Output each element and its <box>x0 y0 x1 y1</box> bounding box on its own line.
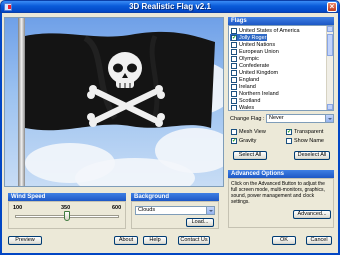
advanced-button[interactable]: Advanced... <box>293 210 331 219</box>
flag-checkbox[interactable] <box>231 69 237 76</box>
mesh-view-checkbox[interactable] <box>231 129 237 135</box>
background-header: Background <box>131 193 219 201</box>
flag-checkbox[interactable] <box>231 104 237 110</box>
flags-header: Flags <box>228 17 334 25</box>
flag-checkbox[interactable] <box>231 55 237 62</box>
transparent-option[interactable]: Transparent <box>286 128 324 135</box>
contact-us-button[interactable]: Contact Us <box>178 236 210 245</box>
flag-list-item[interactable]: United Kingdom <box>231 69 278 76</box>
gravity-checkbox[interactable] <box>231 137 237 144</box>
flag-list-item[interactable]: Ireland <box>231 83 256 90</box>
advanced-options-header: Advanced Options <box>228 170 334 178</box>
show-name-option[interactable]: Show Name <box>286 138 324 144</box>
flag-list-item-label: United States of America <box>239 27 300 34</box>
flag-list-item-label: Northern Ireland <box>239 90 279 97</box>
title-bar[interactable]: 3D Realistic Flag v2.1 × <box>0 0 340 13</box>
flag-list-item[interactable]: England <box>231 76 259 83</box>
cancel-button[interactable]: Cancel <box>306 236 332 245</box>
gravity-option[interactable]: Gravity <box>231 137 257 144</box>
change-flag-select[interactable]: Never <box>266 114 334 123</box>
wind-speed-max: 600 <box>112 205 122 211</box>
ok-button[interactable]: OK <box>272 236 296 245</box>
wind-speed-header: Wind Speed <box>8 193 126 201</box>
flag-list-item-label: Olympic <box>239 55 259 62</box>
window-title: 3D Realistic Flag v2.1 <box>129 2 211 11</box>
chevron-down-icon <box>325 115 333 122</box>
flag-list-item[interactable]: Scotland <box>231 97 260 104</box>
flag-list-item-label: Jolly Roger <box>239 34 267 41</box>
scroll-up-button[interactable] <box>327 26 333 32</box>
flag-list-item-label: Ireland <box>239 83 256 90</box>
preview-button[interactable]: Preview <box>8 236 42 245</box>
scroll-down-button[interactable] <box>327 104 333 110</box>
flag-checkbox[interactable] <box>231 97 237 104</box>
flag-pole <box>18 18 25 186</box>
flag-list-item[interactable]: Jolly Roger <box>230 34 267 41</box>
flag-list-item-label: Confederate <box>239 62 270 69</box>
flag-checkbox[interactable] <box>231 41 237 48</box>
background-value: Clouds <box>138 207 156 213</box>
scroll-thumb[interactable] <box>327 34 333 56</box>
advanced-options-text: Click on the Advanced Button to adjust t… <box>231 181 325 205</box>
close-button[interactable]: × <box>327 2 337 12</box>
flag-list-item[interactable]: European Union <box>231 48 279 55</box>
show-name-checkbox[interactable] <box>286 138 292 144</box>
flag-list-item[interactable]: Northern Ireland <box>231 90 279 97</box>
deselect-all-button[interactable]: Deselect All <box>294 151 330 160</box>
flag-checkbox[interactable] <box>231 83 237 90</box>
flag-checkbox[interactable] <box>231 34 237 41</box>
flag-list-item-label: Wales <box>239 104 255 111</box>
select-all-button[interactable]: Select All <box>233 151 267 160</box>
gravity-label: Gravity <box>239 138 257 144</box>
flag-checkbox[interactable] <box>231 48 237 55</box>
background-select[interactable]: Clouds <box>135 206 215 215</box>
flag-list-item-label: United Kingdom <box>239 69 279 76</box>
change-flag-label: Change Flag : <box>230 116 265 122</box>
mesh-view-option[interactable]: Mesh View <box>231 129 266 135</box>
wind-speed-panel: 100 350 600 <box>8 201 126 229</box>
flag-list-item[interactable]: Olympic <box>231 55 259 62</box>
chevron-down-icon <box>206 207 214 214</box>
wind-speed-min: 100 <box>13 205 23 211</box>
flag-list-item[interactable]: Confederate <box>231 62 269 69</box>
show-name-label: Show Name <box>294 138 324 144</box>
load-button[interactable]: Load... <box>186 218 214 227</box>
flag-preview <box>4 17 224 187</box>
flag-list-item[interactable]: United Nations <box>231 41 275 48</box>
jolly-roger-flag <box>25 31 215 131</box>
flag-list-item-label: United Nations <box>239 41 276 48</box>
flag-list-item-label: European Union <box>239 48 279 55</box>
wind-speed-slider[interactable] <box>64 211 70 221</box>
change-flag-value: Never <box>269 115 284 121</box>
flag-list-item[interactable]: Wales <box>231 104 255 111</box>
help-button[interactable]: Help <box>143 236 167 245</box>
flag-list-scrollbar[interactable] <box>326 26 333 110</box>
advanced-options-panel: Click on the Advanced Button to adjust t… <box>228 178 334 228</box>
flag-checkbox[interactable] <box>231 76 237 83</box>
flag-list-item-label: Scotland <box>239 97 261 104</box>
mesh-view-label: Mesh View <box>239 129 266 135</box>
flag-checkbox[interactable] <box>231 90 237 97</box>
flag-list-item[interactable]: United States of America <box>231 27 300 34</box>
flag-list[interactable]: United States of AmericaJolly RogerUnite… <box>228 25 334 111</box>
transparent-checkbox[interactable] <box>286 128 292 135</box>
transparent-label: Transparent <box>294 129 324 135</box>
flag-list-item-label: England <box>239 76 260 83</box>
about-button[interactable]: About <box>114 236 138 245</box>
flag-checkbox[interactable] <box>231 62 237 69</box>
